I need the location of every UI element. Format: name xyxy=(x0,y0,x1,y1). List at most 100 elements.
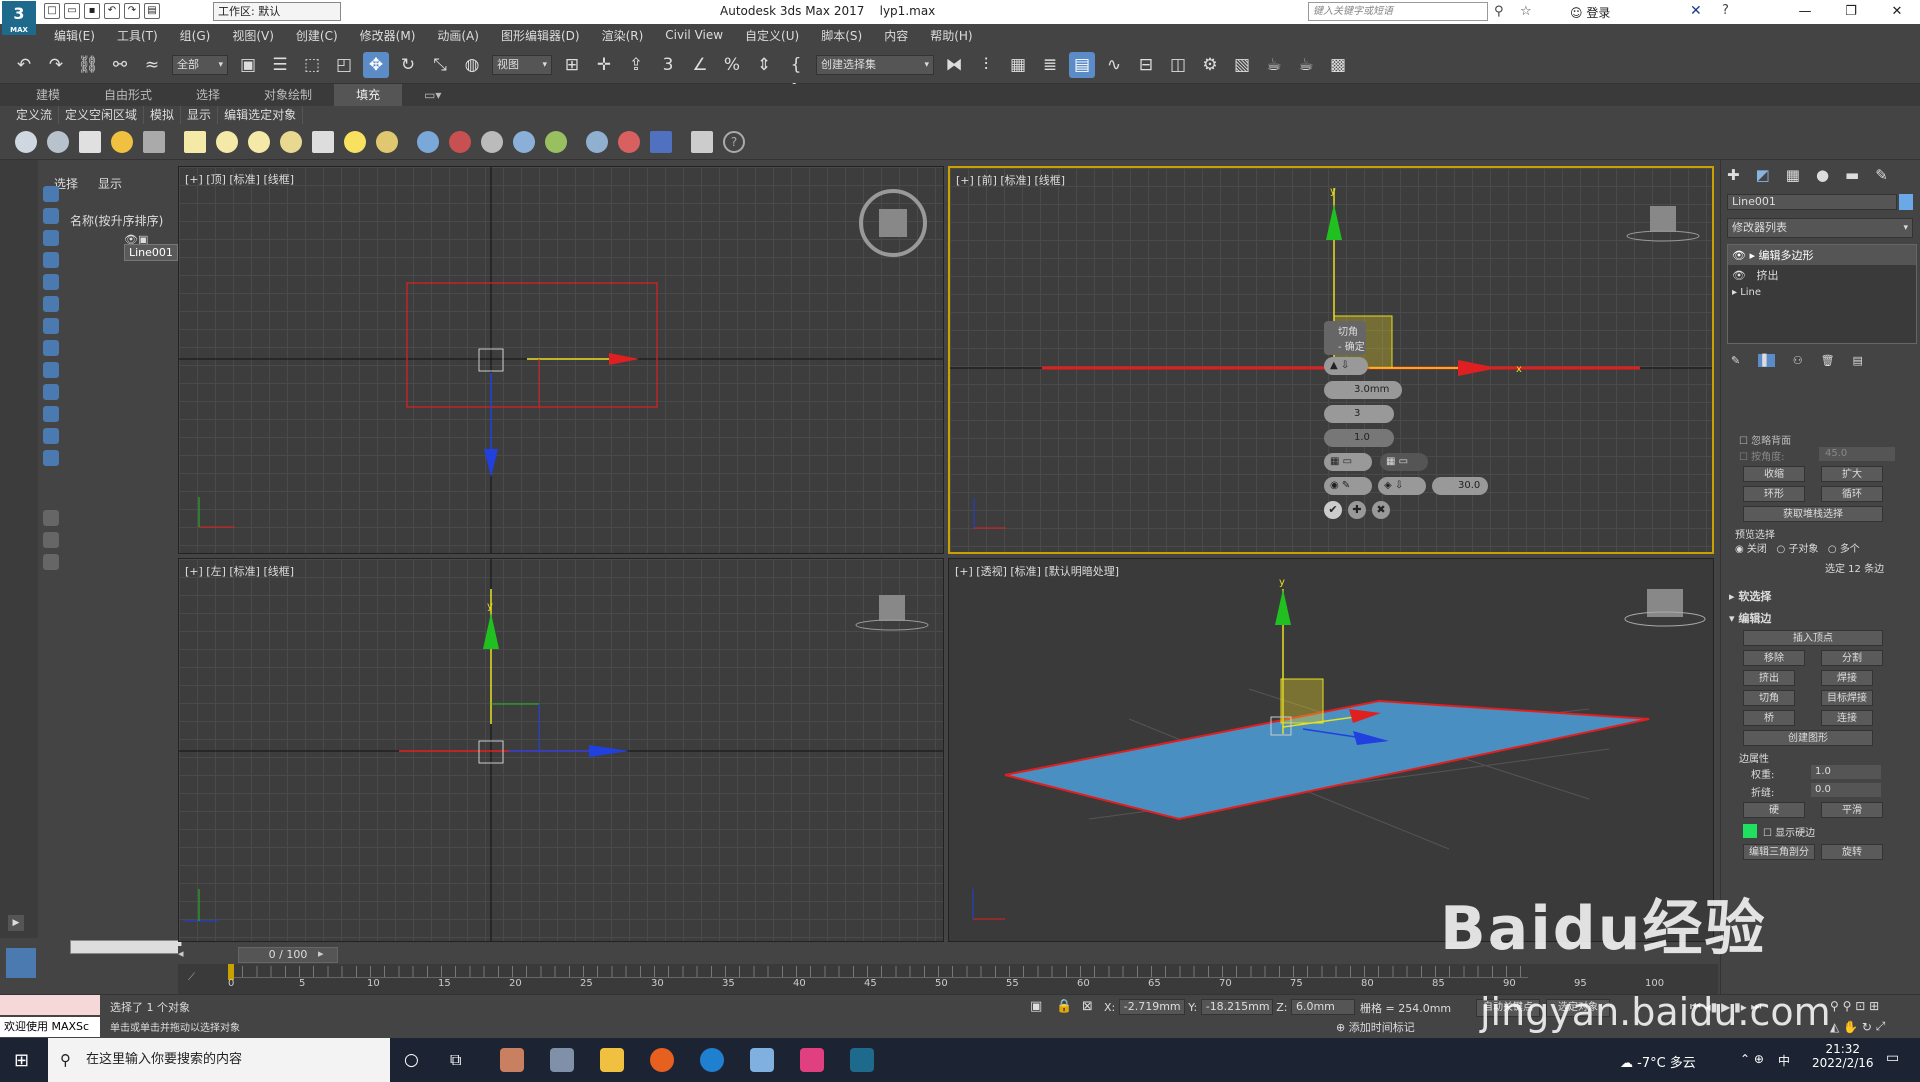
undo-icon[interactable]: ↶ xyxy=(11,52,37,78)
help-icon[interactable]: ? xyxy=(1722,3,1729,18)
x-coord-field[interactable]: -2.719mm xyxy=(1118,999,1185,1015)
display-shapes-icon[interactable] xyxy=(43,230,59,246)
hemisphere-icon[interactable] xyxy=(216,130,238,153)
caddy-ok-icon[interactable]: ✔ xyxy=(1324,501,1342,519)
keyboard-shortcut-icon[interactable]: ⇪ xyxy=(623,52,649,78)
smooth-button[interactable]: 平滑 xyxy=(1821,802,1883,818)
caddy-segments-field[interactable]: 3 xyxy=(1324,405,1394,423)
preview-off-radio[interactable]: ◉ 关闭 xyxy=(1735,540,1767,555)
communication-icon[interactable]: ☆ xyxy=(1520,4,1532,19)
caddy-apply-icon[interactable]: ✚ xyxy=(1348,501,1366,519)
fov-icon[interactable]: ◭ xyxy=(1830,1020,1839,1034)
app-icon[interactable] xyxy=(550,1048,574,1072)
preview-multi-radio[interactable]: ○ 多个 xyxy=(1828,540,1860,555)
render-icon[interactable] xyxy=(650,130,672,153)
pin-stack-icon[interactable]: ✎ xyxy=(1731,354,1740,367)
layer-icon[interactable] xyxy=(43,554,59,570)
edit-edges-rollout[interactable]: ▾ 编辑边 xyxy=(1729,610,1771,626)
notepad-icon[interactable] xyxy=(750,1048,774,1072)
tab-object-paint[interactable]: 对象绘制 xyxy=(242,84,334,106)
pivot-center-icon[interactable]: ⊞ xyxy=(559,52,585,78)
expand-arrow-icon[interactable]: ▶ xyxy=(8,915,24,931)
chamfer-button[interactable]: 切角 xyxy=(1743,690,1795,706)
menu-tools[interactable]: 工具(T) xyxy=(117,27,158,44)
zoom-all-icon[interactable]: ⚲ xyxy=(1843,999,1852,1013)
spinner-snap-icon[interactable]: ⇕ xyxy=(751,52,777,78)
a360-render-icon[interactable]: ▩ xyxy=(1325,52,1351,78)
viewport-front[interactable]: [+] [前] [标准] [线框] y x 切角 - 确定 ▲ ⇩ 3.0mm 3… xyxy=(948,166,1714,554)
caddy-angle-field[interactable]: 30.0 xyxy=(1432,477,1488,495)
caddy-cancel-icon[interactable]: ✖ xyxy=(1372,501,1390,519)
link-icon[interactable]: ⛓ xyxy=(75,52,101,78)
notification-icon[interactable]: ▭ xyxy=(1886,1050,1899,1066)
menu-customize[interactable]: 自定义(U) xyxy=(745,27,799,44)
viewport-layouts-icon[interactable] xyxy=(6,948,36,978)
menu-group[interactable]: 组(G) xyxy=(180,27,211,44)
render-production-icon[interactable]: ☕ xyxy=(1261,52,1287,78)
tab-freeform[interactable]: 自由形式 xyxy=(82,84,174,106)
redo-icon[interactable]: ↷ xyxy=(43,52,69,78)
3dsmax-taskbar-icon[interactable] xyxy=(850,1048,874,1072)
motion-tab-icon[interactable]: ● xyxy=(1816,166,1829,184)
loop-button[interactable]: 循环 xyxy=(1821,486,1883,502)
fluid-icon[interactable] xyxy=(513,130,535,153)
display-helpers-icon[interactable] xyxy=(43,296,59,312)
select-rotate-icon[interactable]: ↻ xyxy=(395,52,421,78)
hard-button[interactable]: 硬 xyxy=(1743,802,1805,818)
y-coord-field[interactable]: -18.215mm xyxy=(1200,999,1273,1015)
display-geometry-icon[interactable] xyxy=(43,208,59,224)
layer-explorer-icon[interactable]: ≣ xyxy=(1037,52,1063,78)
display-containers-icon[interactable] xyxy=(43,406,59,422)
panel-edit-selected[interactable]: 编辑选定对象 xyxy=(218,106,304,124)
create-shape-button[interactable]: 创建图形 xyxy=(1743,730,1873,746)
show-end-result-icon[interactable]: ▌ xyxy=(1758,354,1775,367)
ribbon-toggle-icon[interactable]: ▤ xyxy=(1069,51,1095,78)
make-unique-icon[interactable]: ⚇ xyxy=(1793,354,1803,367)
menu-edit[interactable]: 编辑(E) xyxy=(54,27,95,44)
object-color-swatch[interactable] xyxy=(1899,194,1913,210)
get-stack-selection-button[interactable]: 获取堆栈选择 xyxy=(1743,506,1883,522)
schematic-view-icon[interactable]: ⊟ xyxy=(1133,52,1159,78)
manipulate-icon[interactable]: ✛ xyxy=(591,52,617,78)
select-by-name-icon[interactable]: ☰ xyxy=(267,52,293,78)
task-view-icon[interactable]: ⧉ xyxy=(450,1050,461,1070)
weight-field[interactable]: 1.0 xyxy=(1811,765,1881,779)
create-tab-icon[interactable]: ✚ xyxy=(1727,166,1740,184)
stack-item-line[interactable]: ▸ Line xyxy=(1728,285,1916,300)
split-button[interactable]: 分割 xyxy=(1821,650,1883,666)
close-button[interactable]: ✕ xyxy=(1874,0,1920,24)
edge-icon[interactable] xyxy=(700,1048,724,1072)
connect-button[interactable]: 连接 xyxy=(1821,710,1873,726)
taskbar-search-input[interactable]: 在这里输入你要搜索的内容 xyxy=(48,1038,390,1082)
orbit-icon[interactable]: ↻ xyxy=(1862,1020,1872,1034)
modifier-list-select[interactable]: 修改器列表 xyxy=(1727,218,1913,238)
redo-icon[interactable]: ↷ xyxy=(124,3,140,19)
selection-filter-select[interactable]: 全部 xyxy=(172,54,228,75)
panel-define-idle-areas[interactable]: 定义空闲区域 xyxy=(59,106,145,124)
remove-button[interactable]: 移除 xyxy=(1743,650,1805,666)
render-setup-icon[interactable]: ⚙ xyxy=(1197,52,1223,78)
caddy-header[interactable]: 切角 - 确定 xyxy=(1324,321,1366,355)
exchange-store-icon[interactable] xyxy=(691,130,713,153)
box-icon[interactable] xyxy=(184,130,206,153)
rendered-frame-icon[interactable]: ▧ xyxy=(1229,52,1255,78)
viewport-label[interactable]: [+] [左] [标准] [线框] xyxy=(185,563,294,579)
material-sphere-icon[interactable] xyxy=(586,130,608,153)
utilities-tab-icon[interactable]: ✎ xyxy=(1875,166,1888,184)
project-icon[interactable]: ▤ xyxy=(144,3,160,19)
tab-modeling[interactable]: 建模 xyxy=(14,84,82,106)
viewport-left[interactable]: [+] [左] [标准] [线框] y xyxy=(178,558,944,942)
display-bones-icon[interactable] xyxy=(43,384,59,400)
login-button[interactable]: ☺ 登录 xyxy=(1570,4,1610,21)
menu-content[interactable]: 内容 xyxy=(884,27,908,44)
edit-named-sel-icon[interactable]: { } xyxy=(783,52,809,101)
new-file-icon[interactable]: □ xyxy=(44,3,60,19)
cloth-icon[interactable] xyxy=(481,130,503,153)
mini-curve-icon[interactable]: ⟋ xyxy=(188,972,195,983)
grow-button[interactable]: 扩大 xyxy=(1821,466,1883,482)
stack-item-extrude[interactable]: 👁 挤出 xyxy=(1728,265,1916,285)
caddy-invert-button[interactable]: ▦ ▭ xyxy=(1380,453,1428,471)
viewport-label[interactable]: [+] [顶] [标准] [线框] xyxy=(185,171,294,187)
snaps-toggle-icon[interactable]: 3 xyxy=(655,52,681,78)
menu-civil-view[interactable]: Civil View xyxy=(665,28,723,42)
